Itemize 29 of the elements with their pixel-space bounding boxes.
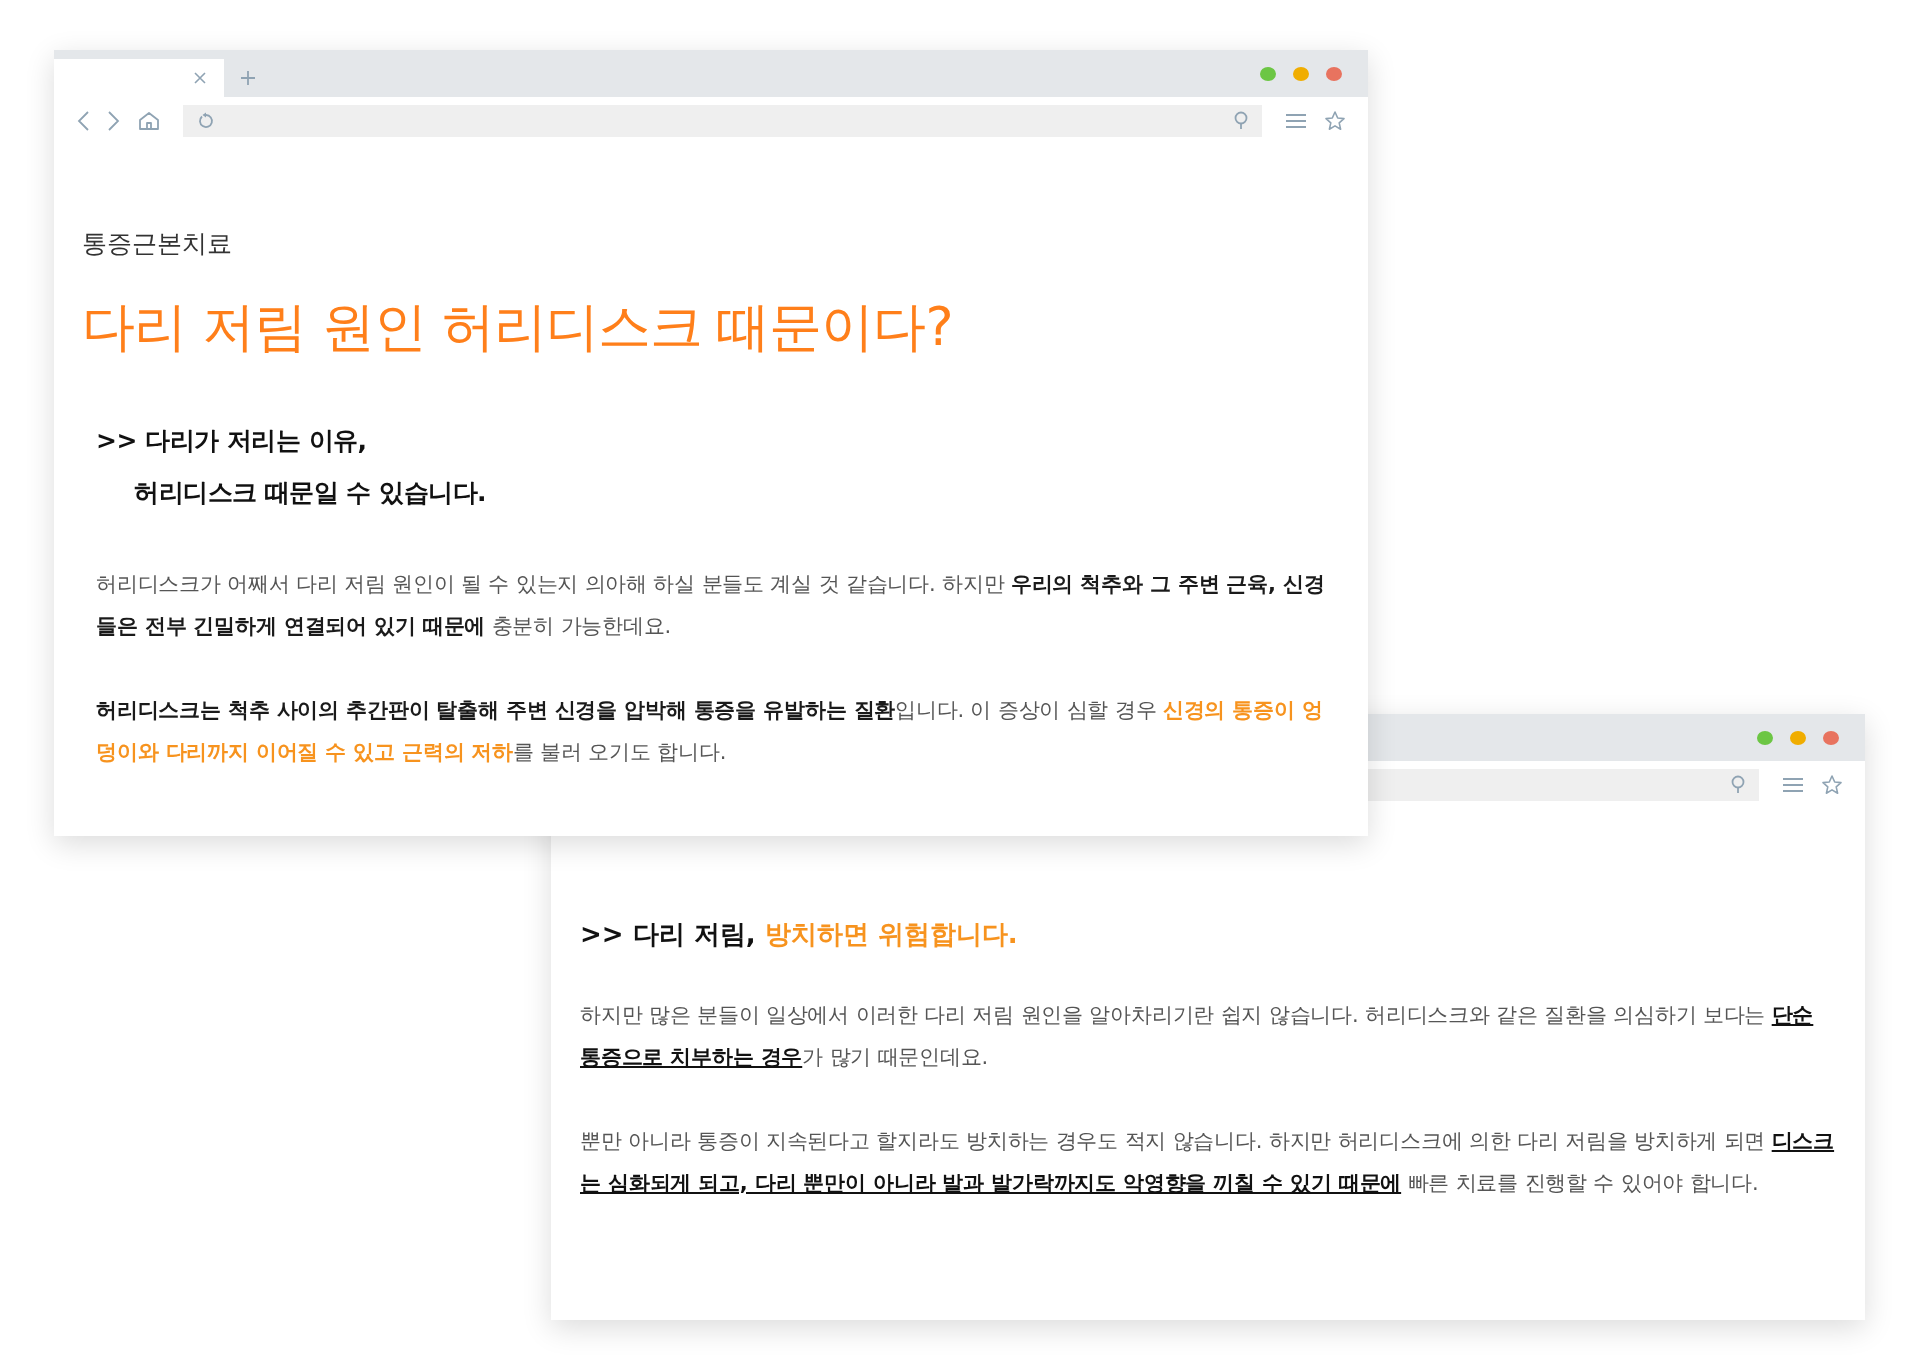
forward-icon[interactable] <box>107 109 121 132</box>
window-dot[interactable] <box>1326 67 1342 81</box>
menu-icon[interactable] <box>1782 775 1804 794</box>
back-icon[interactable] <box>76 109 90 132</box>
star-icon[interactable] <box>1821 773 1843 796</box>
menu-icon[interactable] <box>1285 111 1307 130</box>
section-heading: >> 다리가 저리는 이유, <box>96 425 368 457</box>
section-heading: >> 다리 저림, 방치하면 위험합니다. <box>580 918 1019 951</box>
plus-icon[interactable] <box>240 70 256 86</box>
address-bar[interactable] <box>1368 768 1759 801</box>
window-dot[interactable] <box>1757 731 1773 745</box>
home-icon[interactable] <box>138 110 160 131</box>
page-title: 다리 저림 원인 허리디스크 때문이다? <box>82 295 954 359</box>
paragraph: 허리디스크는 척추 사이의 추간판이 탈출해 주변 신경을 압박해 통증을 유발하는 질환입니다. 이 증상이 심할 경우 신경의 통증이 엉덩이와 다리까지 이어질 수 있고 근력의 저하를 불러 오기도 합니다. <box>96 697 1324 766</box>
window-dot[interactable] <box>1260 67 1276 81</box>
address-bar[interactable] <box>183 104 1262 137</box>
star-icon[interactable] <box>1324 109 1346 132</box>
window-dot[interactable] <box>1823 731 1839 745</box>
close-icon[interactable] <box>194 72 206 84</box>
paragraph: 허리디스크가 어째서 다리 저림 원인이 될 수 있는지 의아해 하실 분들도 계실 것 같습니다. 하지만 우리의 척추와 그 주변 근육, 신경들은 전부 긴밀하게 연결되어 있기 때문에 충분히 가능한데요. <box>96 571 1326 640</box>
paragraph: 뿐만 아니라 통증이 지속된다고 할지라도 방치하는 경우도 적지 않습니다. 하지만 허리디스크에 의한 다리 저림을 방치하게 되면 디스크는 심화되게 되고, 다리 뿐만이 아니라 발과 발가락까지도 악영향을 끼칠 수 있기 때문에 빠른 치료를 진행할 수 있어야 합니다. <box>580 1128 1835 1197</box>
window-dot[interactable] <box>1790 731 1806 745</box>
pin-icon[interactable] <box>1729 774 1747 795</box>
reload-icon[interactable] <box>197 111 215 130</box>
paragraph: 하지만 많은 분들이 일상에서 이러한 다리 저림 원인을 알아차리기란 쉽지 않습니다. 허리디스크와 같은 질환을 의심하기 보다는 단순 통증으로 치부하는 경우가 많기 때문인데요. <box>580 1002 1815 1071</box>
pin-icon[interactable] <box>1232 110 1250 131</box>
window-dot[interactable] <box>1293 67 1309 81</box>
category-label: 통증근본치료 <box>82 228 233 260</box>
section-heading: 허리디스크 때문일 수 있습니다. <box>133 477 488 509</box>
